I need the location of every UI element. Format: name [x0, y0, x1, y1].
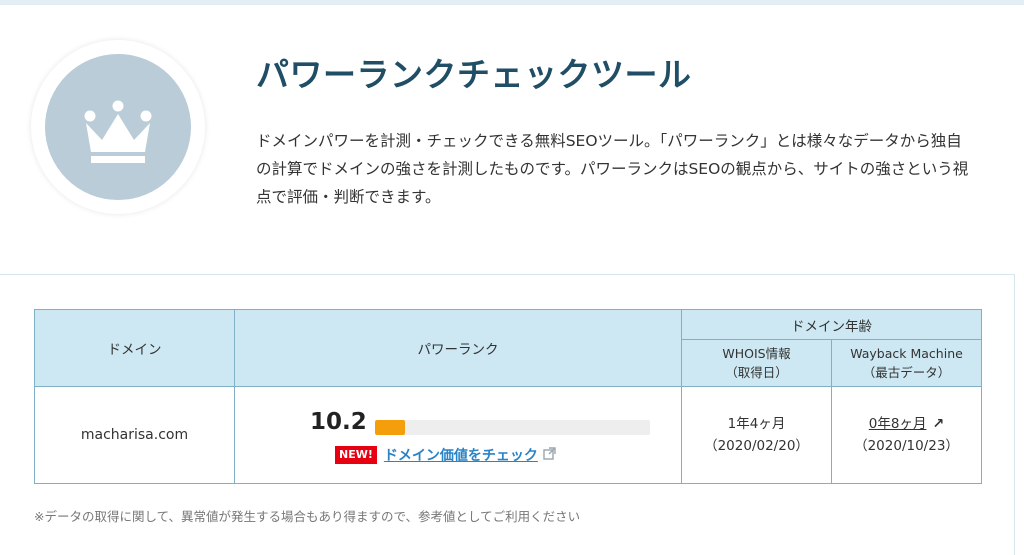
whois-date: （2020/02/20） [704, 438, 809, 454]
wayback-cell: 0年8ヶ月 ↗ （2020/10/23） [831, 386, 982, 484]
header-wayback-line2: （最古データ） [862, 365, 951, 380]
header-wayback-line1: Wayback Machine [850, 346, 963, 361]
header-wayback: Wayback Machine （最古データ） [831, 339, 982, 387]
header-whois-line2: （取得日） [725, 365, 788, 380]
power-rank-cell: 10.2 NEW! ドメイン価値をチェック [234, 386, 682, 484]
table-row: macharisa.com 10.2 NEW! ドメイン価値をチェック 1年4ヶ… [34, 386, 982, 484]
header-domain: ドメイン [34, 309, 235, 387]
header-domain-age: ドメイン年齢 [681, 309, 982, 340]
external-link-icon[interactable] [543, 446, 556, 464]
header-whois-line1: WHOIS情報 [722, 346, 791, 361]
wayback-date: （2020/10/23） [854, 438, 959, 454]
crown-icon [84, 100, 152, 163]
power-rank-table: ドメイン パワーランク ドメイン年齢 WHOIS情報 （取得日） Wayback… [34, 309, 982, 484]
hero-badge [31, 40, 205, 214]
power-rank-bar [375, 420, 650, 435]
new-badge: NEW! [335, 446, 377, 464]
header-power-rank: パワーランク [234, 309, 682, 387]
wayback-age-link[interactable]: 0年8ヶ月 [869, 416, 927, 432]
domain-cell: macharisa.com [34, 386, 235, 484]
top-strip [0, 0, 1024, 5]
power-rank-bar-fill [375, 420, 406, 435]
header-whois: WHOIS情報 （取得日） [681, 339, 832, 387]
whois-age: 1年4ヶ月 [727, 416, 786, 432]
arrow-up-right-icon[interactable]: ↗ [932, 413, 944, 435]
page-title: パワーランクチェックツール [256, 55, 692, 94]
domain-value-check-link[interactable]: ドメイン価値をチェック [384, 445, 538, 465]
whois-cell: 1年4ヶ月 （2020/02/20） [681, 386, 832, 484]
data-disclaimer-note: ※データの取得に関して、異常値が発生する場合もあり得ますので、参考値としてご利用… [34, 509, 581, 524]
page-description: ドメインパワーを計測・チェックできる無料SEOツール。「パワーランク」とは様々な… [256, 132, 969, 206]
domain-value-check: NEW! ドメイン価値をチェック [335, 445, 556, 465]
power-rank-value: 10.2 [310, 409, 367, 435]
